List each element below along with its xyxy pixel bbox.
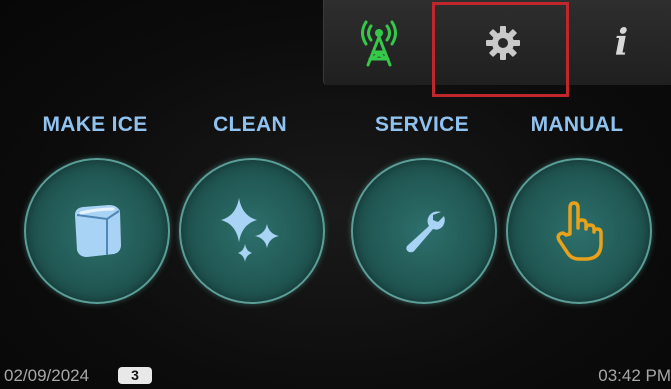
manual-button[interactable]: [506, 158, 652, 304]
pointing-hand-icon: [556, 201, 603, 261]
connectivity-button[interactable]: [324, 0, 434, 85]
top-bar: i: [323, 0, 671, 85]
mode-clean: CLEAN: [175, 110, 325, 304]
mode-label-clean: CLEAN: [213, 113, 287, 136]
mode-manual: MANUAL: [502, 110, 652, 304]
settings-button[interactable]: [434, 0, 571, 85]
info-button[interactable]: i: [571, 0, 671, 85]
mode-label-make-ice: MAKE ICE: [42, 113, 148, 136]
sparkle-icon: [221, 198, 279, 262]
time-text: 03:42 PM: [598, 366, 671, 385]
mode-service: SERVICE: [347, 110, 497, 304]
gear-icon: [485, 25, 520, 60]
service-button[interactable]: [351, 158, 497, 304]
make-ice-button[interactable]: [24, 158, 170, 304]
wrench-icon: [406, 211, 445, 253]
touch-screen: i MAKE ICE CLEAN SERVICE MANUAL 02/09/20…: [0, 0, 671, 389]
info-icon: i: [614, 21, 629, 64]
mode-label-manual: MANUAL: [530, 113, 624, 136]
status-bar: 02/09/2024 3 03:42 PM: [0, 361, 671, 389]
clean-button[interactable]: [179, 158, 325, 304]
mode-make-ice: MAKE ICE: [20, 110, 170, 304]
mode-label-service: SERVICE: [375, 113, 469, 136]
ice-cube-icon: [75, 205, 121, 257]
notification-badge[interactable]: 3: [118, 367, 152, 384]
antenna-icon: [361, 20, 397, 66]
date-text: 02/09/2024: [4, 366, 90, 385]
